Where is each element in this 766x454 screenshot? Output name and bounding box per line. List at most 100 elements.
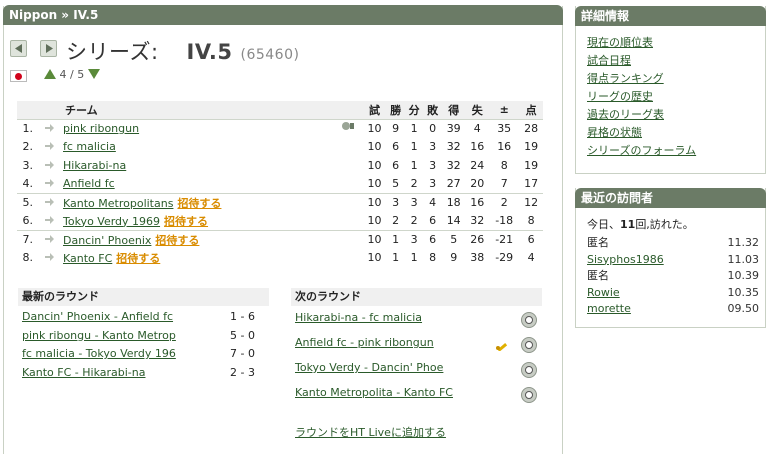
summary-suffix: 回,訪れた。: [635, 218, 694, 231]
row-draw: 2: [410, 214, 418, 227]
visitor-link[interactable]: Sisyphos1986: [587, 253, 664, 266]
level-up-icon[interactable]: [44, 69, 56, 79]
row-goals-for: 32: [446, 140, 461, 154]
visit-time: 10.39: [727, 269, 760, 282]
row-points: 28: [519, 118, 543, 138]
view-match-icon[interactable]: [521, 362, 537, 378]
latest-match-link[interactable]: pink ribongu - Kanto Metrop: [22, 329, 176, 342]
row-played: 10: [367, 158, 382, 172]
series-name: IV.5: [186, 40, 233, 64]
breadcrumb[interactable]: Nippon » IV.5: [3, 5, 563, 25]
details-link[interactable]: 昇格の状態: [587, 126, 642, 139]
row-goal-diff: 35: [489, 118, 520, 138]
details-link-item: 昇格の状態: [587, 124, 765, 142]
visitor-link[interactable]: morette: [587, 302, 631, 315]
next-match-link[interactable]: Anfield fc - pink ribongun: [295, 336, 434, 349]
invite-link[interactable]: 招待する: [177, 197, 221, 210]
row-lost: 3: [429, 140, 437, 154]
row-goals-for: 27: [446, 177, 461, 190]
row-draw: 1: [410, 140, 418, 154]
row-lost: 6: [429, 214, 437, 227]
details-link[interactable]: リーグの歴史: [587, 90, 653, 103]
team-link[interactable]: Kanto FC: [63, 252, 112, 265]
team-link[interactable]: Kanto Metropolitans: [63, 197, 173, 210]
table-row: 3. Hikarabi-na 10 6 1 3 32 24 8 19: [17, 156, 543, 175]
row-won: 2: [392, 214, 400, 227]
level-down-icon[interactable]: [87, 69, 100, 79]
trend-arrow-icon: [39, 192, 59, 212]
visitor-name: 匿名: [587, 236, 609, 249]
trend-arrow-icon: [39, 212, 59, 231]
row-played: 10: [362, 192, 387, 212]
trend-arrow-icon: [39, 138, 59, 157]
visitor-link[interactable]: Rowie: [587, 286, 620, 299]
next-round-list: Hikarabi-na - fc malicia Anfield fc - pin…: [295, 308, 542, 408]
visitors-body: 今日、11回,訪れた。 匿名 11.32 Sisyphos1986 11.03 匿名 10…: [576, 208, 765, 318]
invite-link[interactable]: 招待する: [164, 215, 208, 228]
visitor-row: Sisyphos1986 11.03: [587, 252, 765, 269]
row-points: 19: [524, 140, 539, 154]
table-header: チーム 試 勝 分 敗 得 失 ± 点: [17, 101, 543, 119]
table-row: 7. Dancin' Phoenix 招待する 10 1 3 6 5 26 -21 6: [17, 229, 543, 249]
latest-match-link[interactable]: Kanto FC - Hikarabi-na: [22, 366, 145, 379]
row-draw: 1: [410, 251, 418, 265]
title-label: シリーズ:: [66, 40, 159, 64]
row-goals-for: 14: [446, 214, 461, 227]
row-won: 1: [386, 229, 405, 249]
league-table: チーム 試 勝 分 敗 得 失 ± 点 1. pink ribongun 10 9 1 0…: [17, 101, 543, 267]
details-link[interactable]: 試合日程: [587, 54, 631, 67]
team-link[interactable]: Dancin' Phoenix: [63, 234, 151, 247]
row-lost: 4: [423, 192, 442, 212]
latest-match-link[interactable]: fc malicia - Tokyo Verdy 196: [22, 347, 176, 360]
summary-count: 11: [620, 218, 636, 231]
summary-prefix: 今日、: [587, 218, 620, 231]
add-to-ht-live-link[interactable]: ラウンドをHT Liveに追加する: [295, 424, 446, 440]
row-played: 10: [367, 251, 382, 265]
row-team: Hikarabi-na: [59, 156, 333, 175]
view-match-icon[interactable]: [521, 387, 537, 403]
team-link[interactable]: Anfield fc: [63, 177, 115, 190]
visitor-list: 匿名 11.32 Sisyphos1986 11.03 匿名 10.39 Rowie 10.3…: [587, 235, 765, 318]
invite-link[interactable]: 招待する: [155, 234, 199, 247]
pencil-icon[interactable]: [495, 337, 511, 354]
row-goal-diff: -21: [489, 229, 520, 249]
row-position: 4.: [22, 177, 34, 190]
header-played: 試: [362, 101, 387, 119]
details-heading: 詳細情報: [575, 6, 766, 26]
trend-arrow-icon: [39, 118, 59, 138]
row-goals-against: 38: [470, 251, 485, 265]
details-link[interactable]: シリーズのフォーラム: [587, 144, 696, 157]
details-link[interactable]: 過去のリーグ表: [587, 108, 664, 121]
view-match-icon[interactable]: [521, 337, 537, 353]
latest-match-link[interactable]: Dancin' Phoenix - Anfield fc: [22, 310, 173, 323]
series-id: (65460): [240, 47, 300, 63]
header-goals-for: 得: [441, 101, 466, 119]
details-link[interactable]: 現在の順位表: [587, 36, 653, 49]
trend-arrow-icon: [39, 175, 59, 194]
details-link[interactable]: 得点ランキング: [587, 72, 664, 85]
row-goals-for: 39: [441, 118, 466, 138]
level-separator: /: [70, 68, 74, 81]
previous-button[interactable]: [10, 40, 27, 57]
team-link[interactable]: Tokyo Verdy 1969: [63, 215, 160, 228]
team-link[interactable]: Hikarabi-na: [63, 159, 126, 172]
header-goal-diff: ±: [489, 101, 520, 119]
row-position: 1.: [17, 118, 39, 138]
row-goal-diff: -29: [495, 251, 514, 265]
visit-time: 10.35: [727, 285, 760, 299]
view-match-icon[interactable]: [521, 312, 537, 328]
invite-link[interactable]: 招待する: [116, 252, 160, 265]
next-match-link[interactable]: Tokyo Verdy - Dancin' Phoe: [295, 361, 443, 374]
visitor-row: Rowie 10.35: [587, 285, 765, 302]
team-link[interactable]: pink ribongun: [63, 122, 139, 135]
row-icon-cell: [332, 192, 363, 212]
row-won: 3: [386, 192, 405, 212]
next-match-link[interactable]: Kanto Metropolita - Kanto FC: [295, 386, 453, 399]
next-match-link[interactable]: Hikarabi-na - fc malicia: [295, 311, 422, 324]
row-icon-cell: [333, 175, 363, 194]
row-position: 2.: [22, 140, 34, 154]
row-goals-against: 24: [470, 158, 485, 172]
next-button[interactable]: [40, 40, 57, 57]
latest-match-score: 2 - 3: [230, 365, 255, 379]
team-link[interactable]: fc malicia: [63, 140, 116, 153]
